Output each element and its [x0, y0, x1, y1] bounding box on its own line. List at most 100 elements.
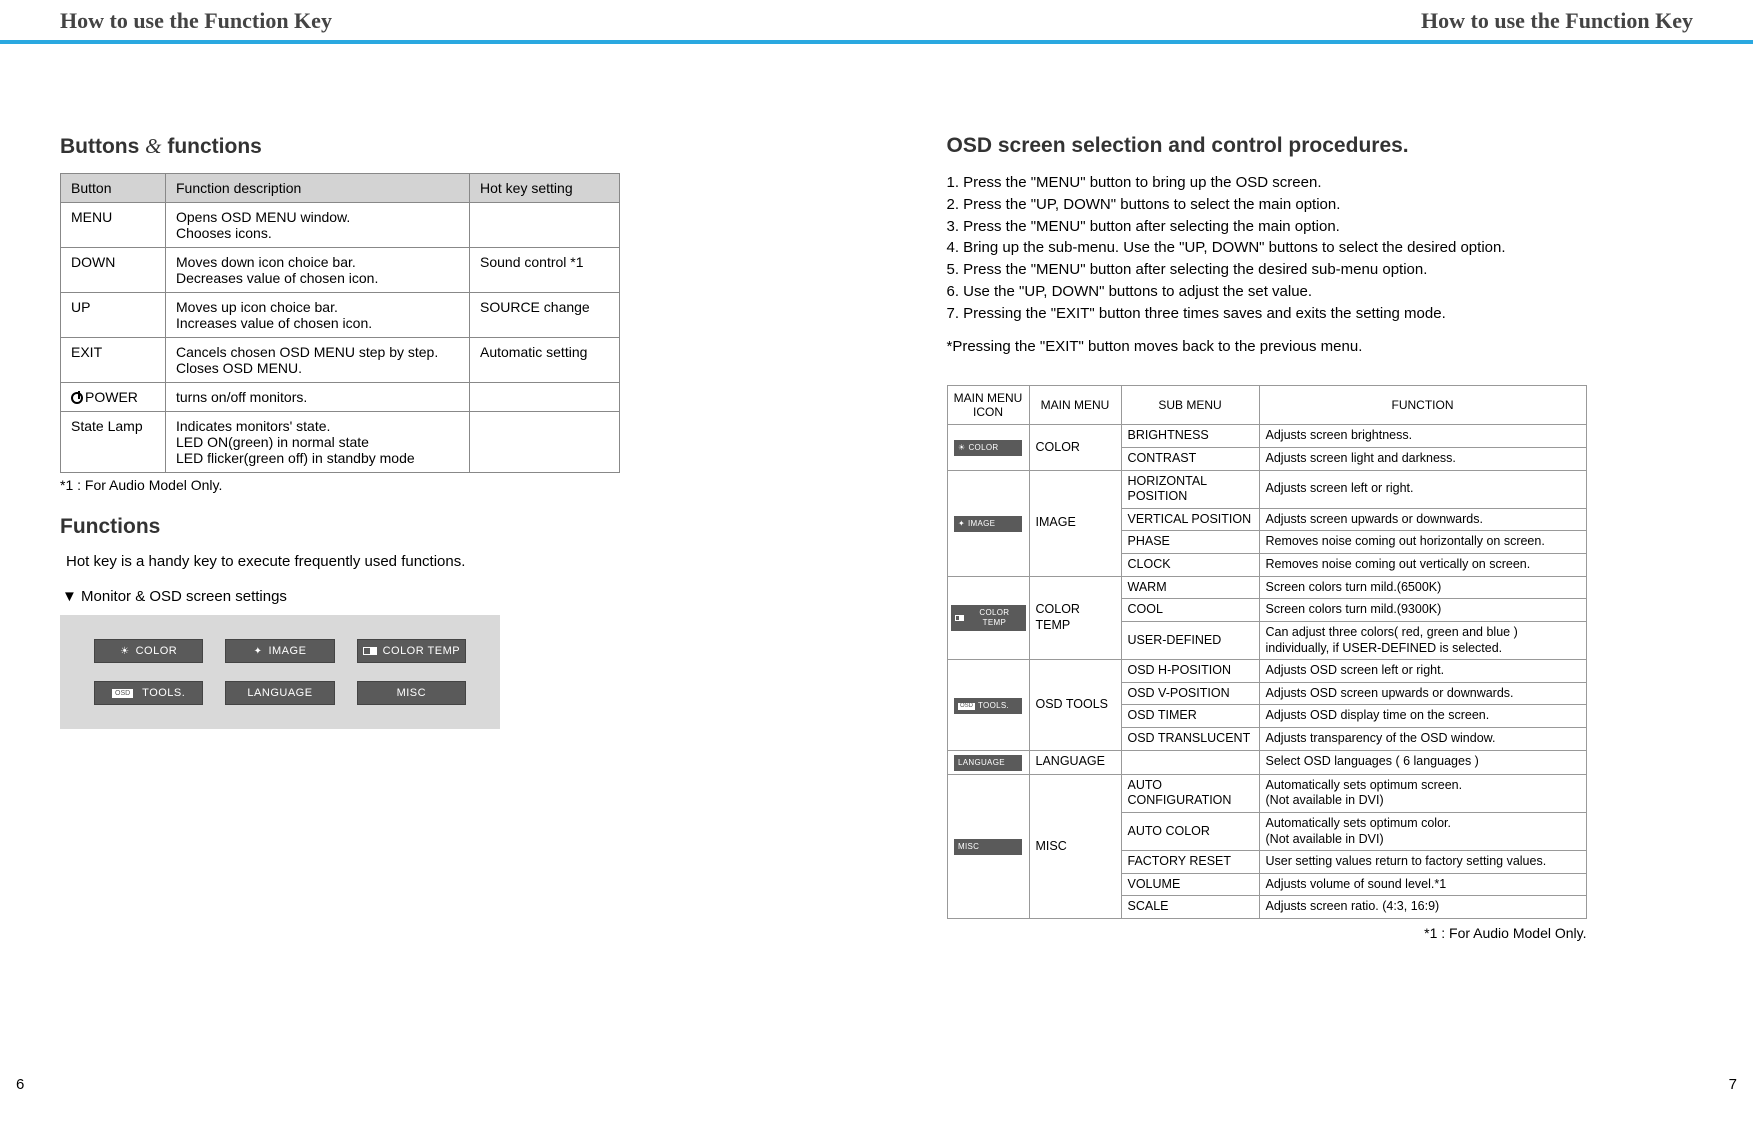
grid-sub-cell: CONTRAST: [1121, 447, 1259, 470]
grid-col-icon: MAIN MENU ICON: [947, 386, 1029, 425]
osd-badge-icon: OSD: [112, 689, 133, 698]
osd-procedures-heading: OSD screen selection and control procedu…: [947, 134, 1694, 158]
button-desc-cell: Indicates monitors' state. LED ON(green)…: [166, 412, 470, 473]
functions-intro: Hot key is a handy key to execute freque…: [66, 553, 807, 570]
grid-func-cell: Can adjust three colors( red, green and …: [1259, 621, 1586, 659]
grid-main-cell: COLOR: [1029, 425, 1121, 470]
osd-steps-note: *Pressing the "EXIT" button moves back t…: [947, 338, 1694, 355]
grid-icon-cell: OSDTOOLS.: [947, 660, 1029, 751]
grid-main-cell: IMAGE: [1029, 470, 1121, 576]
page-number-right: 7: [1729, 1076, 1737, 1093]
grid-func-cell: Screen colors turn mild.(9300K): [1259, 599, 1586, 622]
table-row: EXITCancels chosen OSD MENU step by step…: [61, 338, 620, 383]
table-row: State LampIndicates monitors' state. LED…: [61, 412, 620, 473]
grid-sub-cell: OSD H-POSITION: [1121, 660, 1259, 683]
grid-chip-label: MISC: [958, 842, 979, 852]
left-footnote: *1 : For Audio Model Only.: [60, 477, 807, 493]
grid-sub-cell: OSD TIMER: [1121, 705, 1259, 728]
grid-sub-cell: [1121, 750, 1259, 774]
grid-sub-cell: HORIZONTAL POSITION: [1121, 470, 1259, 508]
button-hotkey-cell: SOURCE change: [470, 293, 620, 338]
grid-chip-label: COLOR TEMP: [967, 608, 1021, 628]
page-right: OSD screen selection and control procedu…: [947, 134, 1694, 941]
page-spread: Buttons & functions Button Function desc…: [0, 44, 1753, 941]
grid-func-cell: Adjusts volume of sound level.*1: [1259, 873, 1586, 896]
button-hotkey-cell: Automatic setting: [470, 338, 620, 383]
grid-func-cell: Select OSD languages ( 6 languages ): [1259, 750, 1586, 774]
button-hotkey-cell: Sound control *1: [470, 248, 620, 293]
grid-func-cell: Adjusts screen upwards or downwards.: [1259, 508, 1586, 531]
grid-func-cell: Adjusts screen left or right.: [1259, 470, 1586, 508]
button-hotkey-cell: [470, 203, 620, 248]
button-name-cell: State Lamp: [61, 412, 166, 473]
osd-chip-label: TOOLS.: [142, 687, 185, 699]
col-button: Button: [61, 174, 166, 203]
osd-chip-color-temp: COLOR TEMP: [357, 639, 466, 663]
grid-icon-cell: MISC: [947, 774, 1029, 918]
buttons-table: Button Function description Hot key sett…: [60, 173, 620, 473]
grid-main-cell: OSD TOOLS: [1029, 660, 1121, 751]
button-name-cell: UP: [61, 293, 166, 338]
grid-func-cell: Adjusts screen light and darkness.: [1259, 447, 1586, 470]
power-icon: [71, 392, 83, 404]
grid-func-cell: Adjusts screen brightness.: [1259, 425, 1586, 448]
table-row: MENUOpens OSD MENU window. Chooses icons…: [61, 203, 620, 248]
page-number-left: 6: [16, 1076, 24, 1093]
grid-sub-cell: WARM: [1121, 576, 1259, 599]
osd-chip-label: IMAGE: [268, 645, 306, 657]
grid-sub-cell: OSD TRANSLUCENT: [1121, 728, 1259, 751]
grid-icon-cell: COLOR TEMP: [947, 576, 1029, 660]
grid-sub-cell: BRIGHTNESS: [1121, 425, 1259, 448]
grid-chip-label: COLOR: [968, 443, 998, 453]
colortemp-icon: [955, 615, 965, 621]
heading-word-buttons: Buttons: [60, 135, 139, 158]
grid-func-cell: Automatically sets optimum color. (Not a…: [1259, 812, 1586, 850]
osd-chip-misc: MISC: [357, 681, 466, 705]
grid-func-cell: Adjusts screen ratio. (4:3, 16:9): [1259, 896, 1586, 919]
grid-icon-cell: LANGUAGE: [947, 750, 1029, 774]
osd-chip-tools-: OSD TOOLS.: [94, 681, 203, 705]
grid-func-cell: Adjusts OSD screen upwards or downwards.: [1259, 682, 1586, 705]
col-desc: Function description: [166, 174, 470, 203]
osd-chip-label: MISC: [397, 687, 427, 699]
grid-sub-cell: SCALE: [1121, 896, 1259, 919]
grid-func-cell: Adjusts OSD screen left or right.: [1259, 660, 1586, 683]
osd-chip-label: COLOR: [136, 645, 178, 657]
button-desc-cell: Opens OSD MENU window. Chooses icons.: [166, 203, 470, 248]
page-left: Buttons & functions Button Function desc…: [60, 134, 807, 941]
grid-row: ☀COLORCOLORBRIGHTNESSAdjusts screen brig…: [947, 425, 1586, 448]
button-hotkey-cell: [470, 412, 620, 473]
step-line: 5. Press the "MENU" button after selecti…: [947, 259, 1694, 281]
osd-panel: ☀COLOR✦IMAGECOLOR TEMPOSDTOOLS.LANGUAGEM…: [60, 615, 500, 729]
sun-icon: ☀: [120, 646, 129, 657]
button-desc-cell: Cancels chosen OSD MENU step by step. Cl…: [166, 338, 470, 383]
osd-chip-label: COLOR TEMP: [383, 645, 461, 657]
grid-main-cell: COLOR TEMP: [1029, 576, 1121, 660]
right-footnote: *1 : For Audio Model Only.: [947, 925, 1587, 941]
step-line: 6. Use the "UP, DOWN" buttons to adjust …: [947, 281, 1694, 303]
grid-chip-label: TOOLS.: [978, 701, 1009, 711]
button-name-cell: DOWN: [61, 248, 166, 293]
grid-sub-cell: PHASE: [1121, 531, 1259, 554]
heading-word-functions: functions: [167, 135, 262, 158]
grid-mini-chip: ✦IMAGE: [954, 516, 1022, 532]
grid-col-main: MAIN MENU: [1029, 386, 1121, 425]
colortemp-icon: [363, 647, 377, 655]
button-desc-cell: Moves down icon choice bar. Decreases va…: [166, 248, 470, 293]
grid-main-cell: MISC: [1029, 774, 1121, 918]
table-row: POWERturns on/off monitors.: [61, 383, 620, 412]
osd-chip-language: LANGUAGE: [225, 681, 334, 705]
grid-chip-label: LANGUAGE: [958, 758, 1005, 768]
osd-badge-icon: OSD: [958, 703, 975, 711]
header-title-left: How to use the Function Key: [60, 8, 332, 34]
grid-sub-cell: VERTICAL POSITION: [1121, 508, 1259, 531]
grid-func-cell: Screen colors turn mild.(6500K): [1259, 576, 1586, 599]
step-line: 2. Press the "UP, DOWN" buttons to selec…: [947, 194, 1694, 216]
header: How to use the Function Key How to use t…: [0, 0, 1753, 44]
col-hotkey: Hot key setting: [470, 174, 620, 203]
grid-sub-cell: COOL: [1121, 599, 1259, 622]
grid-sub-cell: USER-DEFINED: [1121, 621, 1259, 659]
grid-row: ✦IMAGEIMAGEHORIZONTAL POSITIONAdjusts sc…: [947, 470, 1586, 508]
table-row: UPMoves up icon choice bar. Increases va…: [61, 293, 620, 338]
grid-func-cell: Adjusts OSD display time on the screen.: [1259, 705, 1586, 728]
